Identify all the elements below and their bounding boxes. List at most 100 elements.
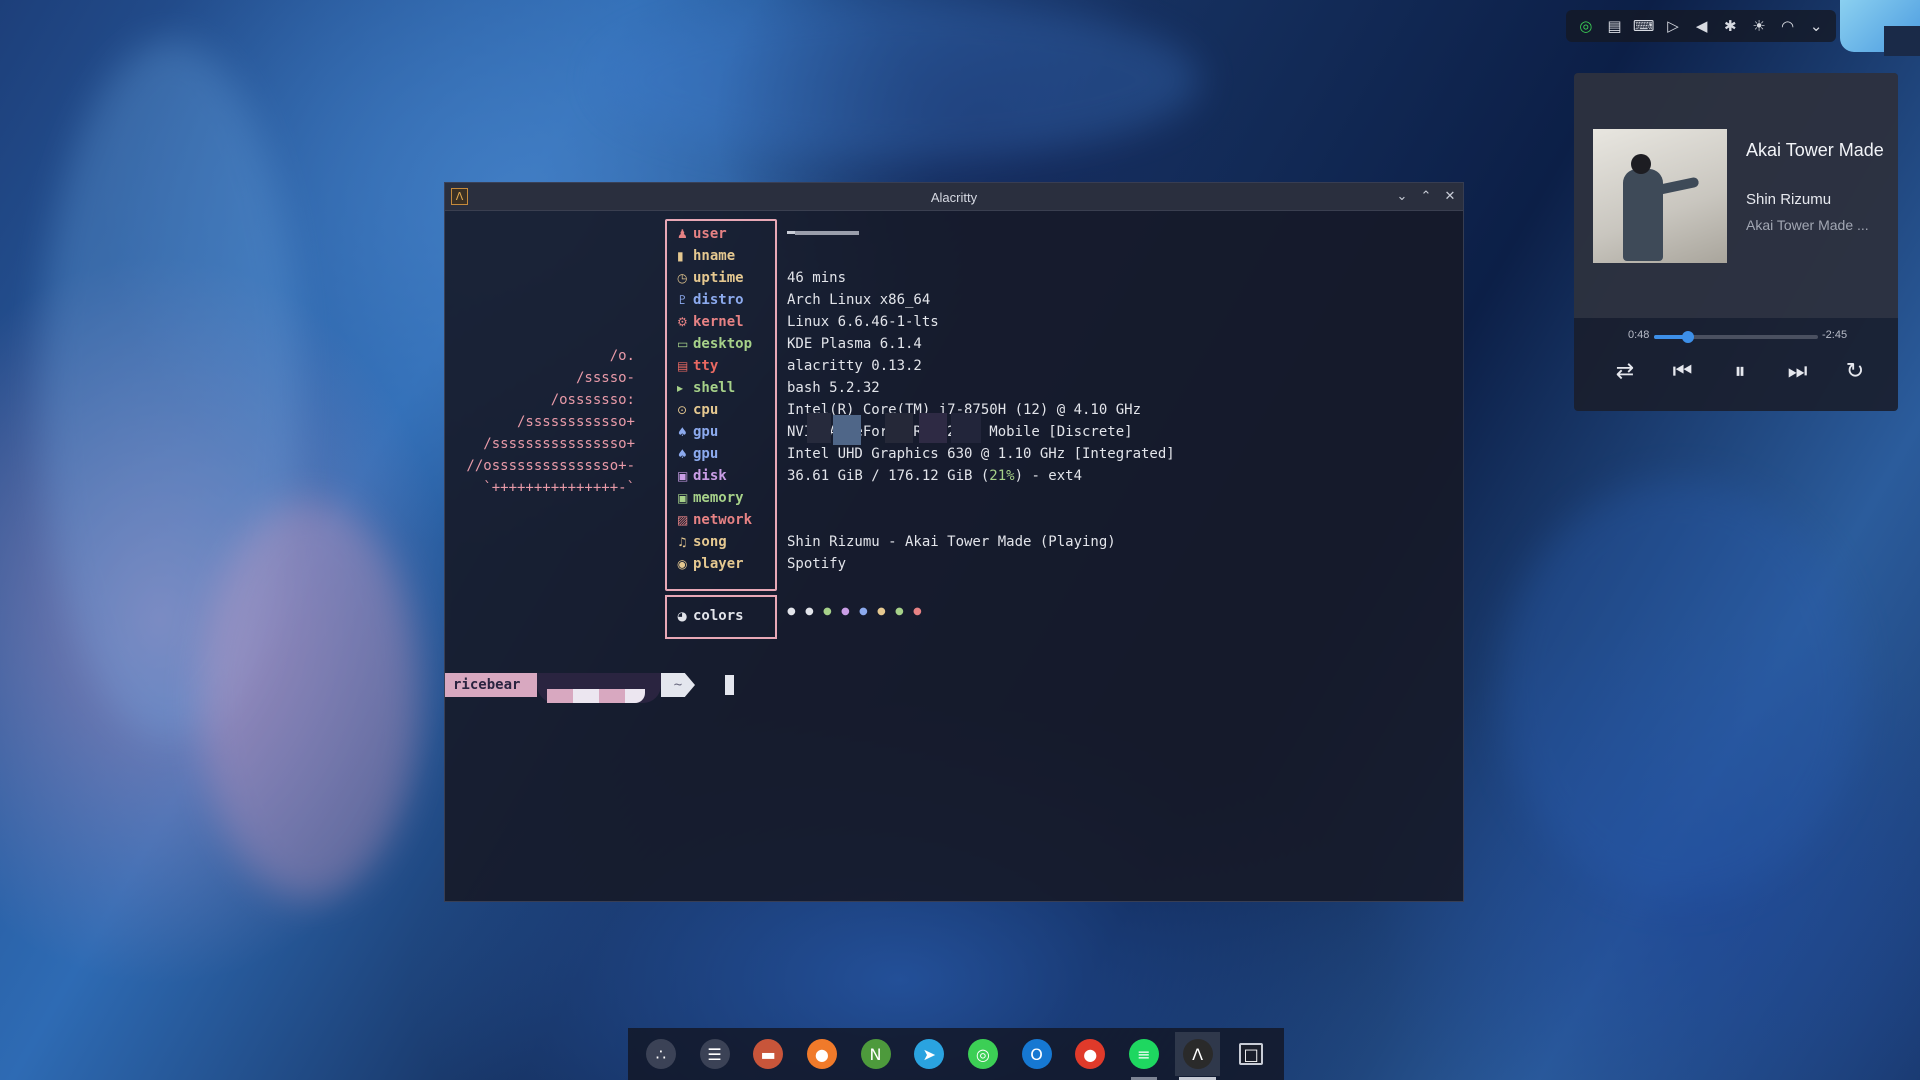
fetch-label-memory: ▣ memory bbox=[677, 487, 744, 509]
tray-corner-shade bbox=[1884, 26, 1920, 56]
fetch-label-text: kernel bbox=[693, 314, 744, 330]
fetch-value-song: Shin Rizumu - Akai Tower Made (Playing) bbox=[787, 534, 1116, 550]
keyboard-icon[interactable]: ⌨ bbox=[1633, 16, 1655, 37]
fetch-label-text: hname bbox=[693, 248, 736, 264]
wallpaper-swirl bbox=[1500, 480, 1860, 900]
fetch-label-text: distro bbox=[693, 292, 744, 308]
window-titlebar[interactable]: Λ Alacritty ⌄ ⌃ ✕ bbox=[445, 183, 1463, 211]
album-art bbox=[1593, 129, 1727, 263]
fetch-value: Linux 6.6.46-1-lts bbox=[787, 314, 939, 330]
chevron-down-icon[interactable]: ⌄ bbox=[1806, 16, 1826, 37]
fetch-label-kernel: ⚙ kernel bbox=[677, 311, 744, 333]
gamepad-icon: ♠ bbox=[677, 447, 688, 461]
network-redacted-block bbox=[919, 413, 947, 443]
dock-item-file-manager[interactable]: ▬ bbox=[745, 1032, 791, 1076]
dock-item-show-desktop[interactable]: □ bbox=[1228, 1032, 1274, 1076]
prompt-segment bbox=[625, 689, 645, 703]
fetch-label-text: user bbox=[693, 226, 727, 242]
palette-dot: ● bbox=[895, 606, 904, 617]
fetch-label-text: gpu bbox=[693, 424, 719, 440]
dock-item-firefox[interactable]: ● bbox=[799, 1032, 845, 1076]
player-icon: ◉ bbox=[677, 557, 688, 571]
disk-usage-text: 36.61 GiB / 176.12 GiB ( bbox=[787, 468, 990, 484]
pause-icon[interactable]: ⏸ bbox=[1723, 359, 1757, 384]
fetch-value: Intel UHD Graphics 630 @ 1.10 GHz [Integ… bbox=[787, 446, 1175, 462]
wechat-icon[interactable]: ◎ bbox=[1576, 16, 1596, 37]
window-title: Alacritty bbox=[930, 190, 978, 205]
network-redacted-block bbox=[885, 413, 913, 443]
file-manager-icon: ▬ bbox=[753, 1039, 784, 1069]
seek-slider[interactable] bbox=[1654, 331, 1818, 343]
gamepad-icon: ♠ bbox=[677, 425, 688, 439]
dock-item-app-launcher[interactable]: ∴ bbox=[638, 1032, 684, 1076]
monitor-icon: ▭ bbox=[677, 337, 689, 351]
bluetooth-icon[interactable]: ✱ bbox=[1721, 16, 1741, 37]
fetch-value: 46 mins bbox=[787, 270, 847, 286]
fetch-label-desktop: ▭ desktop bbox=[677, 333, 752, 355]
volume-icon[interactable]: ◀ bbox=[1692, 16, 1712, 37]
fetch-value-player: Spotify bbox=[787, 556, 847, 572]
dock-item-wechat[interactable]: ◎ bbox=[960, 1032, 1006, 1076]
fetch-label-gpu: ♠ gpu bbox=[677, 421, 718, 443]
prompt-username: ricebear bbox=[445, 673, 537, 697]
alacritty-icon: Λ bbox=[1182, 1039, 1213, 1069]
dock-item-browser-red[interactable]: ● bbox=[1067, 1032, 1113, 1076]
palette-dot: ● bbox=[859, 606, 868, 617]
user-icon: ♟ bbox=[677, 227, 688, 241]
next-track-icon[interactable]: ⏭ bbox=[1781, 359, 1815, 384]
brightness-icon[interactable]: ☀ bbox=[1749, 16, 1769, 37]
dock-item-spotify[interactable]: ≡ bbox=[1121, 1032, 1167, 1080]
dock-item-telegram[interactable]: ➤ bbox=[906, 1032, 952, 1076]
dock-item-alacritty[interactable]: Λ bbox=[1174, 1032, 1221, 1080]
maximize-icon[interactable]: ⌃ bbox=[1417, 188, 1435, 206]
fetch-label-text: cpu bbox=[693, 402, 719, 418]
clipboard-icon[interactable]: ▤ bbox=[1605, 16, 1625, 37]
previous-track-icon[interactable]: ⏮ bbox=[1666, 359, 1700, 384]
elapsed-time: 0:48 bbox=[1628, 329, 1650, 341]
prompt-segment bbox=[573, 689, 599, 703]
cpu-icon: ⊙ bbox=[677, 403, 688, 417]
palette-dot: ● bbox=[913, 606, 922, 617]
fetch-label-distro: ♇ distro bbox=[677, 289, 744, 311]
wechat-icon: ◎ bbox=[967, 1039, 998, 1069]
fetch-label-text: uptime bbox=[693, 270, 744, 286]
fetch-value-disk: 36.61 GiB / 176.12 GiB (21%) - ext4 bbox=[787, 465, 1082, 487]
fetch-label-text: shell bbox=[693, 380, 736, 396]
shuffle-icon[interactable]: ⇄ bbox=[1608, 359, 1642, 384]
fetch-label-song: ♫ song bbox=[677, 531, 727, 553]
fetch-value: Arch Linux x86_64 bbox=[787, 292, 931, 308]
shell-icon: ▸ bbox=[677, 381, 684, 395]
clock-icon: ◷ bbox=[677, 271, 688, 285]
track-artist: Shin Rizumu bbox=[1746, 191, 1832, 208]
network-redacted-block bbox=[833, 415, 861, 445]
close-icon[interactable]: ✕ bbox=[1441, 188, 1459, 206]
minimize-icon[interactable]: ⌄ bbox=[1393, 188, 1411, 206]
prompt-segment bbox=[599, 689, 625, 703]
system-settings-icon: ☰ bbox=[699, 1039, 730, 1069]
taskbar-dock: ∴ ☰ ▬ ● N ➤ ◎ O ● ≡ Λ □ bbox=[628, 1028, 1284, 1080]
prompt-segment bbox=[547, 689, 573, 703]
browser-red-icon: ● bbox=[1075, 1039, 1106, 1069]
palette-dot: ● bbox=[823, 606, 832, 617]
prompt-directory: ~ bbox=[661, 673, 695, 697]
arch-ascii-logo: /o. /sssso- /osssssso: /ssssssssssso+ /sssss… bbox=[455, 345, 635, 499]
terminal-window[interactable]: Λ Alacritty ⌄ ⌃ ✕ /o. /sssso- /osssssso: /s… bbox=[444, 182, 1464, 902]
telegram-icon: ➤ bbox=[914, 1039, 945, 1069]
seek-slider-handle[interactable] bbox=[1682, 331, 1695, 343]
dock-item-system-settings[interactable]: ☰ bbox=[692, 1032, 738, 1076]
show-desktop-icon: □ bbox=[1239, 1043, 1264, 1065]
media-play-icon[interactable]: ▷ bbox=[1663, 16, 1683, 37]
color-palette-dots: ● ● ● ● ● ● ● ● bbox=[787, 607, 923, 617]
fetch-label-text: desktop bbox=[693, 336, 753, 352]
fetch-label-text: tty bbox=[693, 358, 719, 374]
fetch-label-text: network bbox=[693, 512, 753, 528]
fetch-value: alacritty 0.13.2 bbox=[787, 358, 922, 374]
dock-item-neovim[interactable]: N bbox=[853, 1032, 899, 1076]
fetch-label-text: song bbox=[693, 534, 727, 550]
wifi-icon[interactable]: ◠ bbox=[1778, 16, 1798, 37]
ascii-logo-line: /ssssssssssso+ bbox=[516, 414, 635, 430]
fetch-label-text: gpu bbox=[693, 446, 719, 462]
repeat-icon[interactable]: ↻ bbox=[1838, 359, 1872, 384]
dock-item-outlook[interactable]: O bbox=[1014, 1032, 1060, 1076]
track-album: Akai Tower Made ... bbox=[1746, 217, 1869, 233]
